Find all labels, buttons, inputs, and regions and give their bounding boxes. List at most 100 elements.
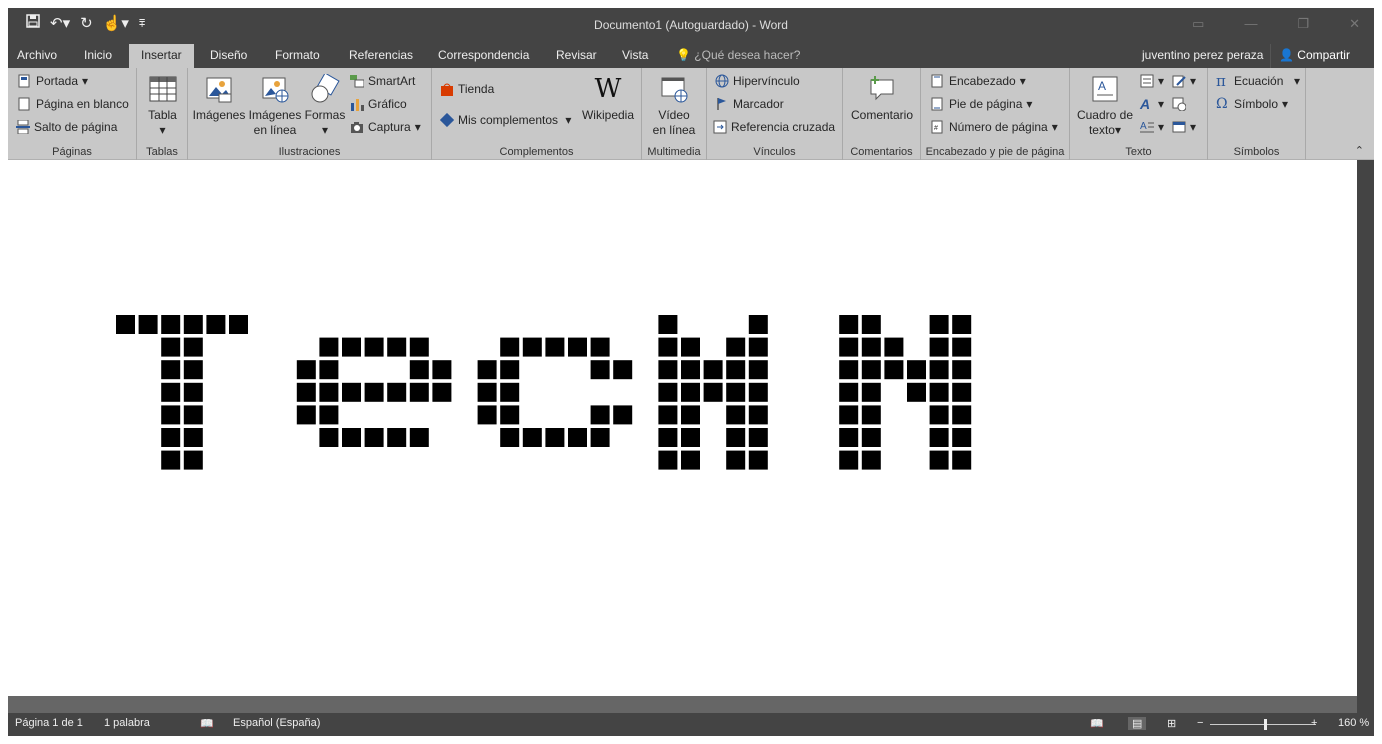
tab-archivo[interactable]: Archivo — [17, 48, 57, 62]
language[interactable]: Español (España) — [233, 717, 320, 729]
dropdown-arrow-icon: ▾ — [562, 113, 572, 127]
page-count[interactable]: Página 1 de 1 — [15, 717, 83, 729]
print-layout-icon[interactable]: ▤ — [1128, 717, 1147, 730]
marcador-button[interactable]: Marcador — [715, 97, 784, 111]
smartart-button[interactable]: SmartArt — [350, 74, 415, 88]
grafico-button[interactable]: Gráfico — [350, 97, 407, 111]
signature-line-button[interactable]: ▾ — [1172, 74, 1196, 88]
imagenes-en-linea-button[interactable]: Imágenes en línea — [248, 74, 302, 138]
ribbon-display-options-icon[interactable]: ▭ — [1192, 16, 1204, 32]
pixel-block — [183, 405, 203, 425]
hipervinculo-button[interactable]: Hipervínculo — [715, 74, 800, 88]
numero-de-pagina-button[interactable]: # Número de página ▾ — [931, 120, 1058, 134]
drop-cap-button[interactable]: A ▾ — [1140, 120, 1164, 134]
online-picture-icon — [260, 74, 290, 104]
formas-label: Formas — [304, 108, 346, 122]
pagina-en-blanco-label: Página en blanco — [36, 97, 129, 111]
tabla-button[interactable]: Tabla ▾ — [145, 74, 180, 138]
pagina-en-blanco-button[interactable]: Página en blanco — [18, 97, 129, 111]
tab-referencias[interactable]: Referencias — [349, 48, 413, 62]
pixel-block — [884, 360, 904, 380]
tienda-button[interactable]: Tienda — [440, 82, 494, 96]
pixel-block — [319, 360, 339, 380]
comentario-button[interactable]: Comentario — [847, 74, 917, 123]
wordart-button[interactable]: A ▾ — [1140, 97, 1164, 111]
share-label: Compartir — [1297, 48, 1350, 62]
group-label-encabezado: Encabezado y pie de página — [925, 146, 1065, 158]
tab-diseno[interactable]: Diseño — [210, 48, 247, 62]
cross-reference-icon — [713, 120, 727, 134]
formas-button[interactable]: Formas ▾ — [304, 72, 346, 138]
zoom-level[interactable]: 160 % — [1338, 717, 1369, 729]
dropdown-arrow-icon: ▾ — [414, 120, 421, 134]
group-vinculos: Hipervínculo Marcador Referencia cruzada… — [707, 68, 843, 160]
maximize-icon[interactable]: ❐ — [1297, 16, 1309, 32]
referencia-cruzada-button[interactable]: Referencia cruzada — [713, 120, 835, 134]
vertical-scrollbar[interactable] — [1357, 160, 1374, 696]
pixel-block — [681, 405, 700, 425]
tab-vista[interactable]: Vista — [622, 48, 648, 62]
pixel-block — [432, 360, 452, 380]
user-name[interactable]: juventino perez peraza — [1142, 48, 1263, 62]
pixel-block — [183, 450, 203, 470]
word-window: ↶▾ ↻ ☝▾ ⩱ Documento1 (Autoguardado) - Wo… — [8, 8, 1374, 736]
cuadro-de-texto-button[interactable]: A Cuadro de texto▾ — [1074, 74, 1136, 138]
pixel-block — [952, 337, 972, 357]
shapes-icon — [310, 72, 340, 104]
horizontal-scrollbar[interactable] — [8, 696, 1357, 713]
tab-insertar[interactable]: Insertar — [129, 44, 194, 68]
pixel-block — [590, 428, 610, 447]
portada-button[interactable]: Portada ▾ — [18, 74, 88, 88]
tell-me-search[interactable]: 💡 ¿Qué desea hacer? — [676, 48, 800, 62]
zoom-slider[interactable] — [1210, 724, 1316, 725]
mis-complementos-button[interactable]: Mis complementos ▾ — [439, 112, 572, 128]
minimize-icon[interactable]: — — [1244, 16, 1257, 32]
pixel-block — [161, 405, 181, 425]
encabezado-button[interactable]: Encabezado ▾ — [931, 74, 1026, 88]
word-count[interactable]: 1 palabra — [104, 717, 150, 729]
cover-page-icon — [18, 74, 32, 88]
pixel-block — [590, 360, 610, 380]
quick-parts-button[interactable]: ▾ — [1140, 74, 1164, 88]
zoom-in-icon[interactable]: + — [1311, 717, 1317, 729]
date-time-button[interactable] — [1172, 97, 1187, 112]
collapse-ribbon-icon[interactable]: ⌃ — [1355, 144, 1364, 157]
captura-button[interactable]: Captura ▾ — [350, 120, 421, 134]
salto-de-pagina-button[interactable]: Salto de página — [16, 119, 117, 135]
share-button[interactable]: 👤 Compartir — [1270, 44, 1360, 68]
pixel-block — [477, 360, 497, 380]
pixel-block — [296, 405, 316, 425]
tab-correspondencia[interactable]: Correspondencia — [438, 48, 529, 62]
dropdown-arrow-icon: ▾ — [1158, 97, 1165, 111]
pixel-block — [522, 428, 542, 447]
wikipedia-button[interactable]: W Wikipedia — [580, 74, 636, 123]
tab-formato[interactable]: Formato — [275, 48, 320, 62]
ecuacion-button[interactable]: π Ecuación ▾ — [1216, 74, 1300, 89]
video-en-linea-button[interactable]: Vídeo en línea — [650, 74, 698, 138]
pixel-block — [929, 382, 949, 402]
imagenes-button[interactable]: Imágenes — [192, 74, 246, 123]
tienda-label: Tienda — [458, 82, 495, 96]
pixel-block — [726, 405, 746, 425]
zoom-slider-thumb[interactable] — [1264, 719, 1267, 730]
pixel-block — [952, 360, 972, 380]
hipervinculo-label: Hipervínculo — [733, 74, 800, 88]
read-mode-icon[interactable]: 📖 — [1090, 717, 1104, 730]
zoom-out-icon[interactable]: − — [1197, 717, 1203, 729]
close-icon[interactable]: ✕ — [1349, 16, 1360, 32]
proofing-icon[interactable]: 📖 — [200, 717, 214, 730]
object-button[interactable]: ▾ — [1172, 120, 1196, 134]
tab-inicio[interactable]: Inicio — [84, 48, 112, 62]
tab-revisar[interactable]: Revisar — [556, 48, 597, 62]
pixel-block — [839, 315, 859, 334]
pie-de-pagina-button[interactable]: Pie de página ▾ — [931, 97, 1032, 111]
web-layout-icon[interactable]: ⊞ — [1167, 717, 1176, 730]
document-page[interactable] — [8, 160, 1357, 696]
pixel-block — [545, 337, 565, 357]
pixel-block — [183, 382, 203, 402]
hyperlink-icon — [715, 74, 729, 88]
pixel-block — [748, 428, 768, 447]
simbolo-button[interactable]: Ω Símbolo ▾ — [1216, 97, 1288, 111]
smartart-icon — [350, 74, 365, 88]
pixel-block — [658, 360, 678, 380]
